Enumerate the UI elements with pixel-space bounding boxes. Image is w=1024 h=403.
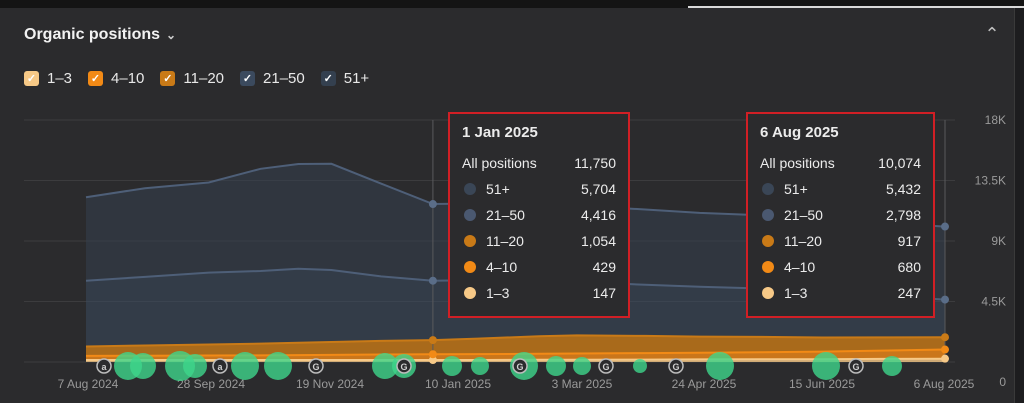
tooltip-series-label: 11–20	[784, 233, 822, 249]
annotation-bubble	[633, 359, 647, 373]
x-tick-label: 19 Nov 2024	[296, 377, 364, 391]
hover-marker	[941, 345, 949, 354]
tooltip-series-label: 1–3	[784, 285, 808, 301]
annotation-bubble	[442, 356, 462, 376]
tooltip-series-label: 1–3	[486, 285, 510, 301]
tooltip-series-value: 917	[897, 233, 921, 249]
y-tick-label: 13.5K	[975, 174, 1006, 188]
tooltip-series-row: 4–10 429	[462, 254, 616, 280]
hover-marker	[428, 276, 437, 285]
series-dot-icon	[464, 183, 476, 195]
annotation-bubble	[471, 357, 489, 375]
hover-marker	[941, 295, 949, 304]
x-tick-label: 6 Aug 2025	[914, 377, 975, 391]
tooltip-all-label: All positions	[760, 155, 835, 171]
tooltip-series-value: 4,416	[580, 207, 616, 223]
y-tick-label: 18K	[985, 113, 1006, 127]
series-dot-icon	[464, 287, 476, 299]
series-dot-icon	[762, 235, 774, 247]
annotation-bubble	[812, 352, 840, 380]
annotation-bubble	[231, 352, 259, 380]
annotation-bubble	[573, 357, 591, 375]
tooltip-all-label: All positions	[462, 155, 537, 171]
tooltip-series-label: 4–10	[784, 259, 816, 275]
tooltip-series-label: 51+	[784, 181, 808, 197]
series-dot-icon	[464, 235, 476, 247]
annotation-bubble	[706, 352, 734, 380]
tooltip-series-value: 1,054	[580, 233, 616, 249]
series-dot-icon	[464, 261, 476, 273]
series-dot-icon	[762, 183, 774, 195]
tooltip-series-value: 429	[592, 259, 616, 275]
annotation-bubble	[183, 354, 207, 378]
tooltip-series-value: 680	[897, 259, 921, 275]
tooltip-series-value: 5,432	[885, 181, 921, 197]
y-tick-label: 0	[999, 375, 1006, 389]
tooltip-all-value: 10,074	[878, 155, 921, 171]
annotation-marker-label: G	[400, 362, 407, 372]
hover-marker	[941, 333, 949, 342]
tooltip-1-jan-2025: 1 Jan 2025 All positions 11,750 51+ 5,704…	[448, 112, 630, 318]
tooltip-date: 6 Aug 2025	[760, 124, 839, 141]
x-tick-label: 24 Apr 2025	[672, 377, 737, 391]
hover-marker	[941, 222, 949, 231]
tooltip-series-label: 21–50	[784, 207, 823, 223]
tooltip-series-value: 247	[897, 285, 921, 301]
annotation-bubble	[130, 353, 156, 379]
tooltip-series-row: 11–20 1,054	[462, 228, 616, 254]
annotation-marker-label: G	[602, 362, 609, 372]
tooltip-series-row: 1–3 147	[462, 280, 616, 306]
tooltip-series-label: 4–10	[486, 259, 518, 275]
annotation-bubble	[264, 352, 292, 380]
tooltip-series-label: 51+	[486, 181, 510, 197]
tooltip-series-row: 51+ 5,704	[462, 176, 616, 202]
x-tick-label: 7 Aug 2024	[58, 377, 119, 391]
annotation-marker-label: G	[516, 362, 523, 372]
y-tick-label: 4.5K	[981, 295, 1006, 309]
tooltip-series-label: 11–20	[486, 233, 524, 249]
tooltip-all-positions-row: All positions 10,074	[760, 150, 921, 176]
tooltip-series-value: 147	[592, 285, 616, 301]
tooltip-series-label: 21–50	[486, 207, 525, 223]
hover-marker	[428, 350, 437, 359]
hover-marker	[428, 336, 437, 345]
tooltip-series-row: 1–3 247	[760, 280, 921, 306]
tooltip-series-row: 21–50 4,416	[462, 202, 616, 228]
x-tick-label: 3 Mar 2025	[552, 377, 613, 391]
tooltip-all-positions-row: All positions 11,750	[462, 150, 616, 176]
tooltip-series-row: 4–10 680	[760, 254, 921, 280]
tooltip-series-value: 5,704	[580, 181, 616, 197]
annotation-bubble	[882, 356, 902, 376]
series-dot-icon	[762, 261, 774, 273]
annotation-marker-label: G	[672, 362, 679, 372]
annotation-marker-label: G	[312, 362, 319, 372]
tooltip-all-value: 11,750	[574, 155, 616, 171]
hover-marker	[428, 200, 437, 209]
tooltip-date: 1 Jan 2025	[462, 124, 538, 141]
tooltip-series-value: 2,798	[885, 207, 921, 223]
hover-marker	[941, 354, 949, 363]
tooltip-6-aug-2025: 6 Aug 2025 All positions 10,074 51+ 5,432…	[746, 112, 935, 318]
tooltip-series-row: 51+ 5,432	[760, 176, 921, 202]
y-tick-label: 9K	[991, 234, 1006, 248]
x-tick-label: 10 Jan 2025	[425, 377, 491, 391]
tooltip-series-row: 21–50 2,798	[760, 202, 921, 228]
tooltip-series-row: 11–20 917	[760, 228, 921, 254]
annotation-bubble	[546, 356, 566, 376]
series-dot-icon	[464, 209, 476, 221]
annotation-marker-label: G	[852, 362, 859, 372]
series-dot-icon	[762, 209, 774, 221]
series-dot-icon	[762, 287, 774, 299]
